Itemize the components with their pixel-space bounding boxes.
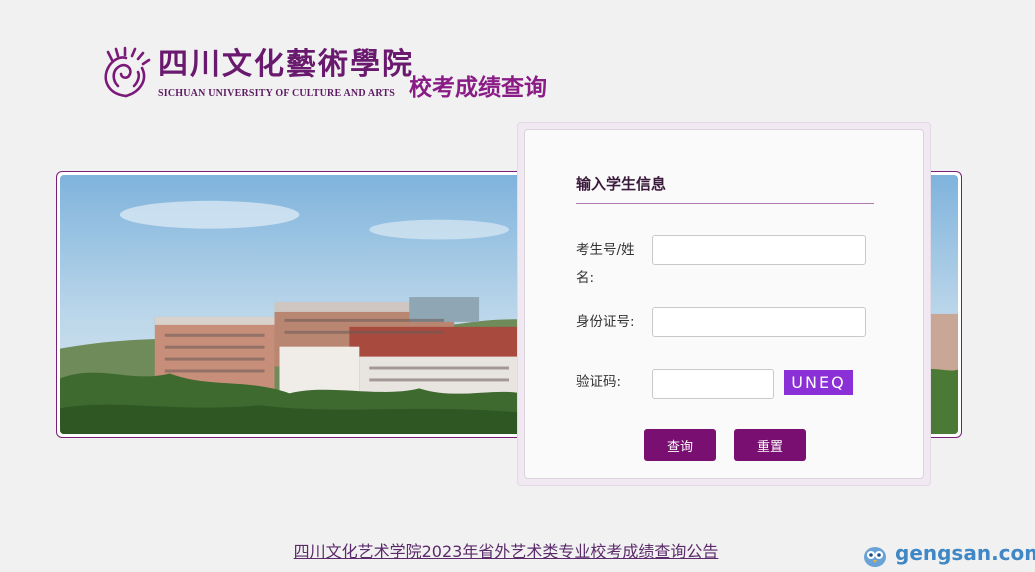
form-divider <box>576 203 874 204</box>
id-number-input[interactable] <box>652 307 866 337</box>
captcha-input[interactable] <box>652 369 774 399</box>
page-title: 校考成绩查询 <box>409 75 547 101</box>
captcha-label: 验证码: <box>576 374 622 390</box>
query-panel: 输入学生信息 考生号/姓名: 身份证号: 验证码: UNEQ 查询 重置 <box>517 122 931 486</box>
logo-english-name: SICHUAN UNIVERSITY OF CULTURE AND ARTS <box>158 88 396 99</box>
owl-icon <box>864 547 886 567</box>
reset-button[interactable]: 重置 <box>734 429 806 461</box>
watermark-text: gengsan.com <box>895 541 1035 565</box>
logo-chinese-name: 四川文化藝術學院 <box>158 47 414 82</box>
query-button[interactable]: 查询 <box>644 429 716 461</box>
query-form: 输入学生信息 考生号/姓名: 身份证号: 验证码: UNEQ 查询 重置 <box>524 129 924 479</box>
captcha-image[interactable]: UNEQ <box>784 370 853 395</box>
university-emblem-icon <box>104 46 151 98</box>
exam-number-input[interactable] <box>652 235 866 265</box>
site-header: 四川文化藝術學院 SICHUAN UNIVERSITY OF CULTURE A… <box>96 42 576 112</box>
form-title: 输入学生信息 <box>576 175 667 193</box>
id-number-label: 身份证号: <box>576 314 635 330</box>
results-notice-link[interactable]: 四川文化艺术学院2023年省外艺术类专业校考成绩查询公告 <box>0 538 1012 562</box>
exam-number-label: 考生号/姓名: <box>576 242 635 286</box>
